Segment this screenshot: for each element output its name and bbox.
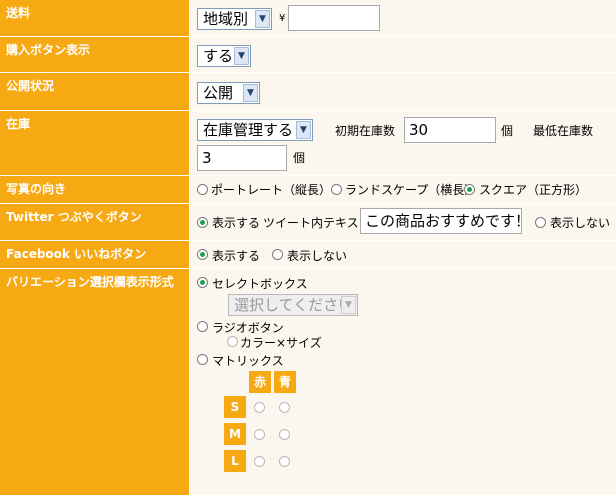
photo-radio-portrait[interactable] [197,184,208,195]
value-publish: 公開 ▼ [190,73,616,111]
row-variation: バリエーション選択欄表示形式 セレクトボックス 選択してください ▼ ラジオボタ… [0,269,616,495]
matrix-cell-radio [279,429,290,440]
value-facebook: 表示する 表示しない [190,241,616,269]
variation-matrix-label: マトリックス [212,354,284,368]
matrix-row-header: S [224,396,246,418]
value-buy-button: する ▼ [190,37,616,73]
chevron-down-icon: ▼ [243,84,258,102]
initial-stock-label: 初期在庫数 [335,124,396,138]
variation-radio-matrix[interactable] [197,354,208,365]
value-shipping: 地域別 ▼ ¥ [190,0,616,37]
min-stock-unit: 個 [293,151,306,165]
variation-radiobutton-label: ラジオボタン [212,321,284,335]
value-stock: 在庫管理する ▼ 初期在庫数 30 個 最低在庫数 3 個 [190,111,616,176]
photo-radio-square[interactable] [464,184,475,195]
row-stock: 在庫 在庫管理する ▼ 初期在庫数 30 個 最低在庫数 3 個 [0,111,616,176]
twitter-hide-label: 表示しない [550,216,611,230]
variation-radio-preview [227,336,238,347]
tweet-text-input[interactable]: この商品おすすめです！ [360,208,530,234]
value-photo: ポートレート（縦長） ランドスケープ（横長） スクエア（正方形） [190,176,616,204]
tweet-text-label: ツイート内テキスト [263,216,371,230]
label-buy-button: 購入ボタン表示 [0,37,189,73]
chevron-down-icon: ▼ [341,296,356,314]
photo-radio-landscape[interactable] [331,184,342,195]
chevron-down-icon: ▼ [234,47,249,65]
facebook-radio-show[interactable] [197,249,208,260]
twitter-radio-show[interactable] [197,217,208,228]
facebook-show-label: 表示する [212,249,261,263]
yen-sign: ¥ [279,13,286,24]
matrix-row-header: L [224,450,246,472]
facebook-radio-hide[interactable] [272,249,283,260]
stock-select[interactable]: 在庫管理する ▼ [197,119,313,141]
label-photo: 写真の向き [0,176,189,204]
label-stock: 在庫 [0,111,189,176]
photo-option-portrait: ポートレート（縦長） [211,183,332,197]
row-publish: 公開状況 公開 ▼ [0,73,616,111]
buy-button-select[interactable]: する ▼ [197,45,251,67]
value-twitter: 表示する ツイート内テキスト この商品おすすめです！ 表示しない [190,204,616,241]
variation-select-preview: 選択してください ▼ [228,294,358,316]
row-twitter: Twitter つぶやくボタン 表示する ツイート内テキスト この商品おすすめで… [0,204,616,241]
matrix-col-header: 青 [274,371,296,393]
row-buy-button: 購入ボタン表示 する ▼ [0,37,616,73]
row-shipping: 送料 地域別 ▼ ¥ [0,0,616,37]
label-facebook: Facebook いいねボタン [0,241,189,269]
twitter-show-label: 表示する [212,216,261,230]
label-twitter: Twitter つぶやくボタン [0,204,189,241]
matrix-cell-radio [254,402,265,413]
matrix-cell-radio [279,402,290,413]
photo-option-landscape: ランドスケープ（横長） [345,183,477,197]
shipping-select[interactable]: 地域別 ▼ [197,8,272,30]
min-stock-label: 最低在庫数 [533,124,594,138]
publish-select[interactable]: 公開 ▼ [197,82,260,104]
matrix-cell-radio [279,456,290,467]
stock-select-value: 在庫管理する [203,121,294,139]
label-publish: 公開状況 [0,73,189,111]
shipping-select-value: 地域別 [203,10,249,28]
matrix-cell-radio [254,429,265,440]
chevron-down-icon: ▼ [296,121,311,139]
photo-option-square: スクエア（正方形） [479,183,588,197]
matrix-row-header: M [224,423,246,445]
chevron-down-icon: ▼ [255,10,270,28]
variation-selectbox-label: セレクトボックス [212,277,308,291]
matrix-cell-radio [254,456,265,467]
matrix-col-header: 赤 [249,371,271,393]
label-variation: バリエーション選択欄表示形式 [0,269,189,495]
row-facebook: Facebook いいねボタン 表示する 表示しない [0,241,616,269]
label-shipping: 送料 [0,0,189,37]
publish-select-value: 公開 [203,84,234,102]
row-photo: 写真の向き ポートレート（縦長） ランドスケープ（横長） スクエア（正方形） [0,176,616,204]
initial-stock-unit: 個 [501,124,514,138]
variation-radio-selectbox[interactable] [197,277,208,288]
variation-radio-sub-label: カラー×サイズ [240,336,322,350]
shipping-amount-input[interactable] [288,5,380,31]
initial-stock-input[interactable]: 30 [404,117,496,143]
buy-button-select-value: する [203,47,234,65]
min-stock-input[interactable]: 3 [197,145,287,171]
variation-radio-radiobutton[interactable] [197,321,208,332]
value-variation: セレクトボックス 選択してください ▼ ラジオボタン カラー×サイズ マトリック… [190,269,616,495]
facebook-hide-label: 表示しない [287,249,348,263]
twitter-radio-hide[interactable] [535,217,546,228]
variation-select-placeholder: 選択してください [234,296,354,314]
